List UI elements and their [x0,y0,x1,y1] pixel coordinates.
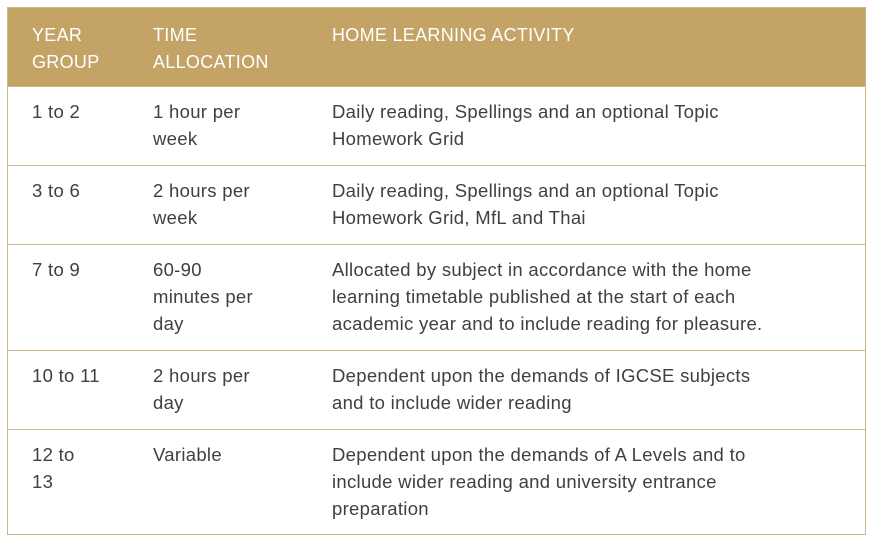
cell-line: academic year and to include reading for… [332,313,763,334]
cell-line: and to include wider reading [332,392,572,413]
header-time-allocation-line-2: ALLOCATION [153,52,269,72]
header-activity-line-1: HOME LEARNING ACTIVITY [332,25,575,45]
cell-line: include wider reading and university ent… [332,471,717,492]
cell-line: Homework Grid [332,128,465,149]
cell-line: week [153,128,198,149]
table-row: 7 to 9 60-90 minutes per day Allocated b… [8,244,865,351]
activity-cell: Daily reading, Spellings and an optional… [332,177,719,231]
activity-cell: Dependent upon the demands of A Levels a… [332,441,746,522]
cell-line: Allocated by subject in accordance with … [332,259,752,280]
time-allocation-cell: 2 hours per week [153,177,250,231]
header-year-group-line-1: YEAR [32,25,83,45]
cell-line: 60-90 [153,259,202,280]
year-group-cell: 1 to 2 [32,98,80,125]
cell-line: Daily reading, Spellings and an optional… [332,180,719,201]
activity-cell: Daily reading, Spellings and an optional… [332,98,719,152]
cell-line: Daily reading, Spellings and an optional… [332,101,719,122]
cell-line: minutes per [153,286,253,307]
cell-line: 1 to 2 [32,101,81,122]
cell-line: day [153,392,184,413]
cell-line: 7 to 9 [32,259,81,280]
time-allocation-cell: 2 hours per day [153,362,250,416]
table-row: 3 to 6 2 hours per week Daily reading, S… [8,165,865,245]
year-group-cell: 12 to 13 [32,441,75,495]
header-year-group-line-2: GROUP [32,52,100,72]
header-year-group: YEAR GROUP [32,22,100,76]
cell-line: preparation [332,498,429,519]
cell-line: 1 hour per [153,101,241,122]
time-allocation-cell: Variable [153,441,222,468]
table-row: 10 to 11 2 hours per day Dependent upon … [8,350,865,430]
header-time-allocation-line-1: TIME [153,25,198,45]
cell-line: 12 to [32,444,75,465]
home-learning-table: YEAR GROUP TIME ALLOCATION HOME LEARNING… [7,7,866,535]
year-group-cell: 7 to 9 [32,256,80,283]
activity-cell: Allocated by subject in accordance with … [332,256,762,337]
year-group-cell: 10 to 11 [32,362,100,389]
header-activity: HOME LEARNING ACTIVITY [332,22,575,49]
cell-line: 2 hours per [153,365,250,386]
time-allocation-cell: 1 hour per week [153,98,240,152]
cell-line: Dependent upon the demands of IGCSE subj… [332,365,751,386]
cell-line: Dependent upon the demands of A Levels a… [332,444,746,465]
cell-line: 3 to 6 [32,180,81,201]
cell-line: Homework Grid, MfL and Thai [332,207,586,228]
activity-cell: Dependent upon the demands of IGCSE subj… [332,362,750,416]
time-allocation-cell: 60-90 minutes per day [153,256,253,337]
cell-line: 13 [32,471,54,492]
header-time-allocation: TIME ALLOCATION [153,22,269,76]
cell-line: day [153,313,184,334]
cell-line: learning timetable published at the star… [332,286,736,307]
cell-line: Variable [153,444,222,465]
table-row: 12 to 13 Variable Dependent upon the dem… [8,429,865,535]
table-header: YEAR GROUP TIME ALLOCATION HOME LEARNING… [8,8,865,87]
table-row: 1 to 2 1 hour per week Daily reading, Sp… [8,86,865,166]
cell-line: week [153,207,198,228]
year-group-cell: 3 to 6 [32,177,80,204]
cell-line: 2 hours per [153,180,250,201]
cell-line: 10 to 11 [32,365,100,386]
